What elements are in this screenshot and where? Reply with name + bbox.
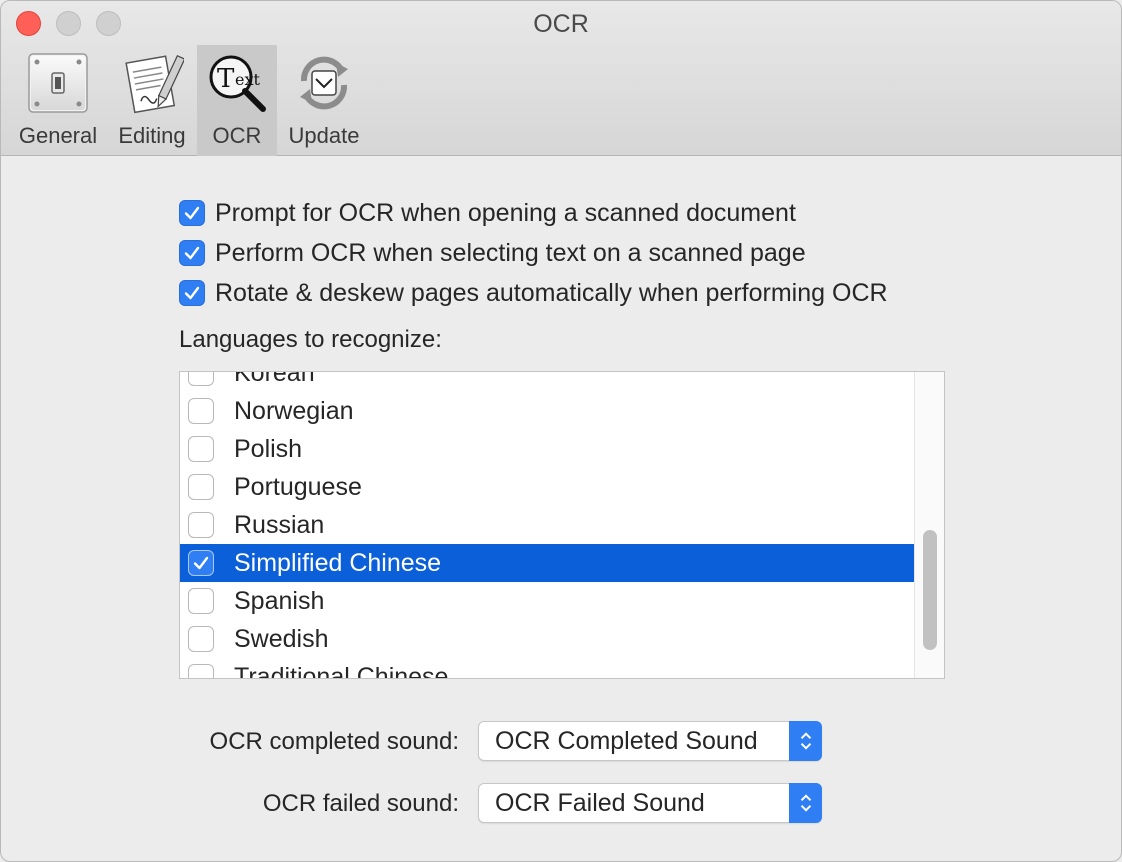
languages-list[interactable]: Korean Norwegian Polish Portuguese Russi… xyxy=(179,371,945,679)
list-item[interactable]: Traditional Chinese xyxy=(180,658,914,679)
document-pen-icon xyxy=(125,54,184,114)
option-rotate-deskew[interactable]: Rotate & deskew pages automatically when… xyxy=(179,278,888,308)
language-checkbox[interactable] xyxy=(188,626,214,652)
completed-sound-popup[interactable]: OCR Completed Sound xyxy=(478,721,822,761)
prompt-ocr-checkbox[interactable] xyxy=(179,200,205,226)
failed-sound-label: OCR failed sound: xyxy=(262,790,459,817)
language-checkbox[interactable] xyxy=(188,474,214,500)
refresh-icon xyxy=(300,56,348,110)
language-name: Spanish xyxy=(234,586,325,615)
prompt-ocr-label: Prompt for OCR when opening a scanned do… xyxy=(215,198,796,227)
language-name: Korean xyxy=(234,371,315,387)
list-item[interactable]: Russian xyxy=(180,506,914,544)
language-name: Norwegian xyxy=(234,396,354,425)
popup-chevrons-icon xyxy=(789,783,822,823)
language-checkbox[interactable] xyxy=(188,588,214,614)
language-checkbox[interactable] xyxy=(188,664,214,678)
language-checkbox[interactable] xyxy=(188,512,214,538)
language-checkbox[interactable] xyxy=(188,550,214,576)
list-item[interactable]: Portuguese xyxy=(180,468,914,506)
tab-ocr[interactable]: T ext OCR xyxy=(197,45,277,156)
list-item[interactable]: Polish xyxy=(180,430,914,468)
tab-update[interactable]: Update xyxy=(282,45,366,156)
scrollbar-thumb[interactable] xyxy=(923,530,937,650)
option-prompt-ocr[interactable]: Prompt for OCR when opening a scanned do… xyxy=(179,198,796,228)
popup-chevrons-icon xyxy=(789,721,822,761)
completed-sound-value: OCR Completed Sound xyxy=(495,726,758,755)
languages-list-content: Korean Norwegian Polish Portuguese Russi… xyxy=(180,371,914,679)
language-name: Portuguese xyxy=(234,472,362,501)
list-item[interactable]: Swedish xyxy=(180,620,914,658)
list-item[interactable]: Korean xyxy=(180,371,914,392)
svg-text:T: T xyxy=(217,64,235,94)
tab-editing-label: Editing xyxy=(118,123,186,148)
tab-ocr-label: OCR xyxy=(212,123,262,148)
checkmark-icon xyxy=(184,206,200,220)
list-item[interactable]: Spanish xyxy=(180,582,914,620)
language-name: Russian xyxy=(234,510,325,539)
checkmark-icon xyxy=(193,556,209,570)
language-name: Traditional Chinese xyxy=(234,662,449,679)
list-item-selected[interactable]: Simplified Chinese xyxy=(180,544,914,582)
toolbar: OCR General Editing T ext OCR Update xyxy=(1,1,1121,156)
language-checkbox[interactable] xyxy=(188,436,214,462)
tab-general[interactable]: General xyxy=(13,45,103,156)
perform-ocr-label: Perform OCR when selecting text on a sca… xyxy=(215,238,806,267)
switch-icon xyxy=(28,53,88,113)
completed-sound-label: OCR completed sound: xyxy=(209,728,459,755)
language-checkbox[interactable] xyxy=(188,372,214,386)
list-scrollbar[interactable] xyxy=(914,372,944,678)
failed-sound-value: OCR Failed Sound xyxy=(495,788,705,817)
language-name: Simplified Chinese xyxy=(234,548,442,577)
list-item[interactable]: Norwegian xyxy=(180,392,914,430)
checkmark-icon xyxy=(184,286,200,300)
tab-editing[interactable]: Editing xyxy=(111,45,193,156)
failed-sound-popup[interactable]: OCR Failed Sound xyxy=(478,783,822,823)
perform-ocr-checkbox[interactable] xyxy=(179,240,205,266)
option-perform-ocr[interactable]: Perform OCR when selecting text on a sca… xyxy=(179,238,806,268)
rotate-deskew-label: Rotate & deskew pages automatically when… xyxy=(215,278,888,307)
language-name: Swedish xyxy=(234,624,329,653)
languages-label: Languages to recognize: xyxy=(179,326,442,353)
language-name: Polish xyxy=(234,434,303,463)
tab-update-label: Update xyxy=(288,123,360,148)
window-title: OCR xyxy=(533,10,589,38)
rotate-deskew-checkbox[interactable] xyxy=(179,280,205,306)
tab-general-label: General xyxy=(18,123,98,148)
checkmark-icon xyxy=(184,246,200,260)
preferences-window: OCR General Editing T ext OCR Update Pro… xyxy=(0,0,1122,862)
magnifier-text-icon: T ext xyxy=(209,55,266,112)
language-checkbox[interactable] xyxy=(188,398,214,424)
svg-text:ext: ext xyxy=(235,70,260,89)
